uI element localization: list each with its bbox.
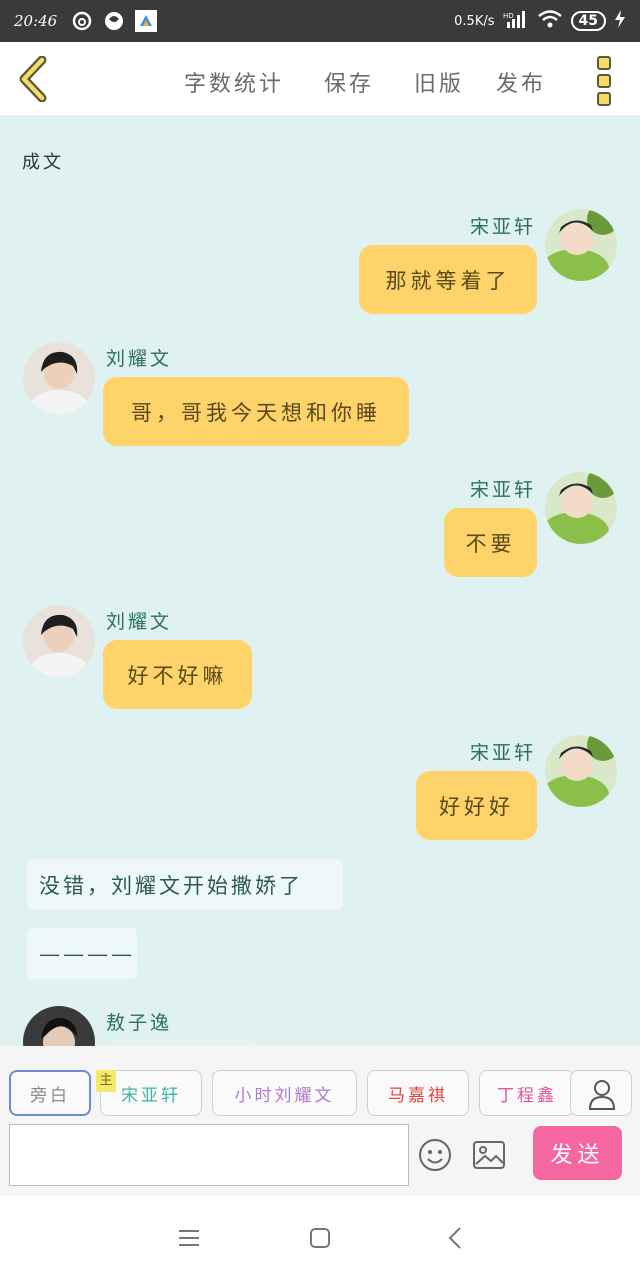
input-panel: 旁白 宋亚轩 主 小时刘耀文 马嘉祺 丁程鑫 发送 <box>0 1046 640 1196</box>
avatar-song[interactable] <box>545 735 617 807</box>
app-notification-icon <box>135 10 158 32</box>
story-label: 成文 <box>22 152 64 173</box>
save-button[interactable]: 保存 <box>324 66 374 98</box>
more-menu-icon[interactable] <box>597 56 613 106</box>
role-ma-button[interactable]: 马嘉祺 <box>367 1070 469 1116</box>
svg-text:HD: HD <box>503 12 514 20</box>
avatar-liu[interactable] <box>23 342 95 414</box>
message-input[interactable] <box>9 1124 409 1186</box>
main-role-badge: 主 <box>96 1070 116 1092</box>
word-count-button[interactable]: 字数统计 <box>184 66 284 98</box>
back-arrow-icon[interactable] <box>16 55 50 103</box>
publish-button[interactable]: 发布 <box>496 66 546 98</box>
sender-name: 宋亚轩 <box>470 479 537 501</box>
role-ding-button[interactable]: 丁程鑫 <box>479 1070 575 1116</box>
sender-name: 宋亚轩 <box>470 216 537 238</box>
status-bar: 20:46 0.5K/s HD 45 <box>0 0 640 42</box>
system-nav-bar <box>0 1196 640 1280</box>
image-icon[interactable] <box>472 1140 506 1170</box>
emoji-icon[interactable] <box>418 1138 452 1172</box>
signal-icon: HD <box>503 10 529 32</box>
network-speed: 0.5K/s <box>454 13 495 29</box>
home-icon[interactable] <box>306 1224 334 1252</box>
person-icon[interactable] <box>570 1070 632 1116</box>
sender-name: 刘耀文 <box>106 348 173 370</box>
message-bubble[interactable]: 那就等着了 <box>359 245 537 314</box>
wifi-icon <box>537 9 563 33</box>
message-bubble[interactable]: 好不好嘛 <box>103 640 252 709</box>
charging-icon <box>614 10 626 32</box>
chat-area[interactable]: 成文 宋亚轩 那就等着了 刘耀文 哥，哥我今天想和你睡 宋亚轩 不要 刘耀文 好… <box>0 116 640 1046</box>
menu-icon[interactable] <box>175 1224 203 1252</box>
role-narrator-button[interactable]: 旁白 <box>9 1070 91 1116</box>
avatar-ao[interactable] <box>23 1006 95 1046</box>
narration-text[interactable]: ———— <box>27 928 137 979</box>
sender-name: 刘耀文 <box>106 611 173 633</box>
message-bubble[interactable]: 哥，哥我今天想和你睡 <box>103 377 409 446</box>
message-bubble[interactable]: 好好好 <box>416 771 537 840</box>
top-toolbar: 字数统计 保存 旧版 发布 <box>0 42 640 116</box>
status-time: 20:46 <box>14 12 58 30</box>
old-version-button[interactable]: 旧版 <box>414 66 464 98</box>
send-button[interactable]: 发送 <box>533 1126 622 1180</box>
narration-text[interactable]: 没错，刘耀文开始撒娇了 <box>27 859 343 910</box>
avatar-song[interactable] <box>545 209 617 281</box>
role-liu-button[interactable]: 小时刘耀文 <box>212 1070 357 1116</box>
sender-name: 宋亚轩 <box>470 742 537 764</box>
sender-name: 敖子逸 <box>106 1012 173 1034</box>
back-icon[interactable] <box>442 1224 470 1252</box>
battery-indicator: 45 <box>570 11 606 31</box>
avatar-liu[interactable] <box>23 605 95 677</box>
message-bubble[interactable]: 不要 <box>444 508 537 577</box>
netease-music-icon <box>71 10 93 32</box>
avatar-song[interactable] <box>545 472 617 544</box>
browser-icon <box>103 10 125 32</box>
